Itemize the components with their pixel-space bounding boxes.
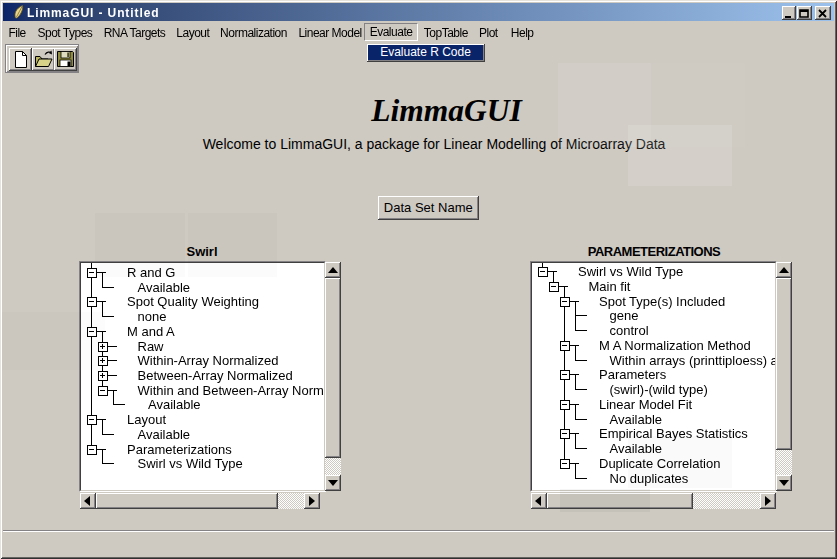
svg-text:Raw: Raw: [138, 339, 165, 354]
svg-text:control: control: [610, 323, 649, 338]
svg-text:Available: Available: [148, 397, 201, 412]
svg-text:Available: Available: [138, 427, 191, 442]
svg-text:Between-Array Normalized: Between-Array Normalized: [138, 368, 293, 383]
svg-text:Parameters: Parameters: [599, 367, 667, 382]
svg-text:Swirl vs Wild Type: Swirl vs Wild Type: [578, 264, 683, 279]
svg-text:Available: Available: [138, 280, 191, 295]
svg-text:gene: gene: [610, 308, 639, 323]
svg-text:Swirl vs Wild Type: Swirl vs Wild Type: [138, 456, 243, 471]
svg-text:Linear Model Fit: Linear Model Fit: [599, 397, 693, 412]
svg-text:Within and Between-Array Norma: Within and Between-Array Normalized: [138, 383, 324, 398]
svg-text:Parameterizations: Parameterizations: [127, 442, 232, 457]
svg-text:Available: Available: [610, 412, 663, 427]
svg-text:Main fit: Main fit: [589, 279, 631, 294]
svg-text:(swirl)-(wild type): (swirl)-(wild type): [610, 382, 708, 397]
svg-text:Within arrays (printtiploess): Within arrays (printtiploess) and: [610, 353, 776, 368]
svg-text:M and A: M and A: [127, 324, 175, 339]
svg-text:none: none: [138, 309, 167, 324]
svg-text:Spot Type(s) Included: Spot Type(s) Included: [599, 294, 725, 309]
svg-text:Layout: Layout: [127, 412, 166, 427]
svg-text:Within-Array Normalized: Within-Array Normalized: [138, 353, 279, 368]
svg-text:Spot Quality Weighting: Spot Quality Weighting: [127, 294, 259, 309]
svg-text:M A Normalization Method: M A Normalization Method: [599, 338, 751, 353]
